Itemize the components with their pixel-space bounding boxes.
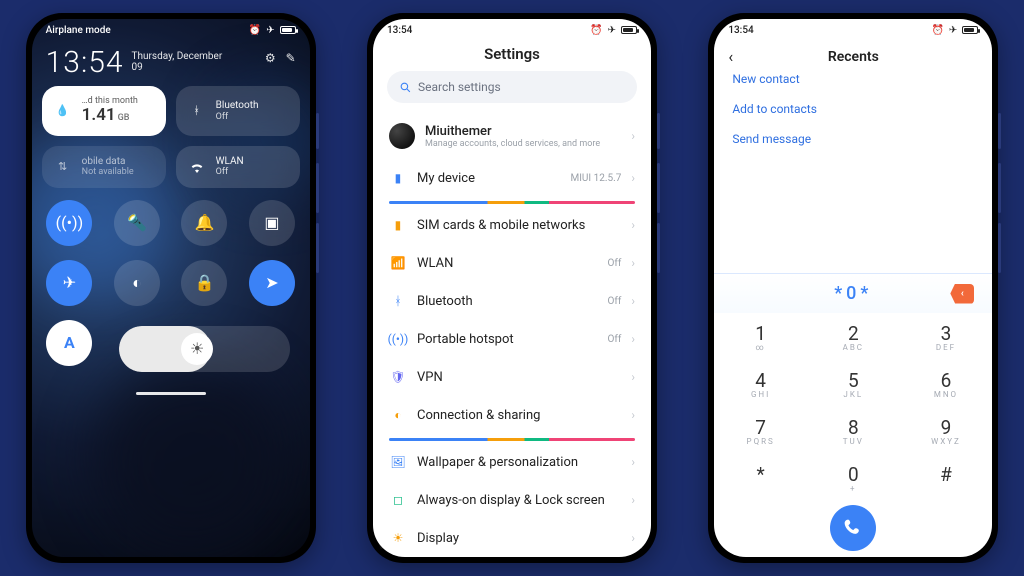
settings-row[interactable]: ᚼBluetoothOff›	[373, 282, 651, 320]
airplane-icon: ✈	[266, 25, 274, 36]
key-5[interactable]: 5JKL	[807, 360, 900, 407]
chevron-right-icon: ›	[631, 256, 635, 270]
key-6[interactable]: 6MNO	[900, 360, 993, 407]
wlan-tile[interactable]: WLAN Off	[176, 146, 300, 188]
bluetooth-tile[interactable]: ᚼ Bluetooth Off	[176, 86, 300, 136]
vpn-icon: 🛡	[389, 368, 407, 386]
data-usage-tile[interactable]: 💧 …d this month 1.41GB	[42, 86, 166, 136]
chevron-right-icon: ›	[631, 370, 635, 384]
key-7[interactable]: 7PQRS	[714, 407, 807, 454]
vibrate-toggle[interactable]: ((•))	[46, 200, 92, 246]
search-input[interactable]: Search settings	[387, 71, 637, 103]
battery-icon	[621, 26, 637, 34]
chevron-right-icon: ›	[631, 171, 635, 185]
key-#[interactable]: #	[900, 454, 993, 501]
settings-row[interactable]: 🛡VPN›	[373, 358, 651, 396]
status-time: 13:54	[728, 25, 753, 36]
dial-entry: *0*	[834, 283, 872, 304]
status-time: 13:54	[387, 25, 412, 36]
alarm-icon: ⏰	[249, 25, 261, 36]
auto-brightness-toggle[interactable]: A	[46, 320, 92, 366]
phone-icon: ▮	[389, 169, 407, 187]
chevron-right-icon: ›	[631, 218, 635, 232]
settings-shortcut-icon[interactable]: ⚙	[265, 51, 276, 65]
brightness-slider[interactable]: ☀	[119, 326, 290, 372]
dialer-menu-item[interactable]: Send message	[732, 132, 974, 146]
mobile-data-tile[interactable]: ⇅ obile data Not available	[42, 146, 166, 188]
chevron-right-icon: ›	[631, 493, 635, 507]
screenshot-toggle[interactable]: ▣	[249, 200, 295, 246]
cs-icon: ◐	[389, 406, 407, 424]
chevron-right-icon: ›	[631, 455, 635, 469]
airplane-icon: ✈	[608, 25, 616, 36]
battery-icon	[280, 26, 296, 34]
settings-row[interactable]: ▮SIM cards & mobile networks›	[373, 206, 651, 244]
key-0[interactable]: 0+	[807, 454, 900, 501]
settings-row[interactable]: ((•))Portable hotspotOff›	[373, 320, 651, 358]
settings-row[interactable]: ☀Display›	[373, 519, 651, 557]
alarm-icon: ⏰	[590, 25, 602, 36]
airplane-mode-label: Airplane mode	[46, 25, 111, 36]
key-9[interactable]: 9WXYZ	[900, 407, 993, 454]
key-2[interactable]: 2ABC	[807, 313, 900, 360]
dnd-toggle[interactable]: 🔔	[181, 200, 227, 246]
airplane-icon: ✈	[949, 25, 957, 36]
key-4[interactable]: 4GHI	[714, 360, 807, 407]
aod-icon: ◻	[389, 491, 407, 509]
page-title: Recents	[828, 49, 879, 65]
swap-icon: ⇅	[52, 156, 74, 178]
clock-time: 13:54	[46, 45, 124, 80]
data-caption: …d this month	[82, 96, 138, 106]
settings-row[interactable]: ◐Connection & sharing›	[373, 396, 651, 434]
wp-icon: 🖼	[389, 453, 407, 471]
settings-row[interactable]: 📶WLANOff›	[373, 244, 651, 282]
dialer-menu-item[interactable]: New contact	[732, 72, 974, 86]
my-device-row[interactable]: ▮ My device MIUI 12.5.7 ›	[373, 159, 651, 197]
brightness-icon: ☀	[190, 339, 204, 358]
phone-icon	[843, 518, 863, 538]
account-row[interactable]: Miuithemer Manage accounts, cloud servic…	[373, 113, 651, 159]
search-placeholder: Search settings	[418, 80, 501, 94]
flashlight-toggle[interactable]: 🔦	[114, 200, 160, 246]
backspace-button[interactable]: ‹	[950, 284, 974, 304]
bluetooth-icon: ᚼ	[186, 100, 208, 122]
back-button[interactable]: ‹	[728, 47, 733, 66]
chevron-right-icon: ›	[631, 332, 635, 346]
airplane-toggle[interactable]: ✈	[46, 260, 92, 306]
location-toggle[interactable]: ➤	[249, 260, 295, 306]
data-value: 1.41	[82, 105, 116, 125]
bt-icon: ᚼ	[389, 292, 407, 310]
clock-day: Thursday, December	[132, 51, 223, 62]
home-indicator[interactable]	[136, 392, 206, 395]
chevron-right-icon: ›	[631, 294, 635, 308]
chevron-right-icon: ›	[631, 408, 635, 422]
avatar-icon	[389, 123, 415, 149]
section-divider	[389, 201, 635, 204]
key-8[interactable]: 8TUV	[807, 407, 900, 454]
droplet-icon: 💧	[52, 100, 74, 122]
key-3[interactable]: 3DEF	[900, 313, 993, 360]
key-1[interactable]: 1∞	[714, 313, 807, 360]
dialer-menu-item[interactable]: Add to contacts	[732, 102, 974, 116]
chevron-right-icon: ›	[631, 531, 635, 545]
key-*[interactable]: *	[714, 454, 807, 501]
settings-row[interactable]: ◻Always-on display & Lock screen›	[373, 481, 651, 519]
page-title: Settings	[373, 41, 651, 71]
wifi-icon	[186, 156, 208, 178]
section-divider	[389, 438, 635, 441]
alarm-icon: ⏰	[931, 25, 943, 36]
sim-icon: ▮	[389, 216, 407, 234]
edit-tiles-icon[interactable]: ✎	[286, 51, 296, 65]
wlan-icon: 📶	[389, 254, 407, 272]
dark-mode-toggle[interactable]: ◐	[114, 260, 160, 306]
disp-icon: ☀	[389, 529, 407, 547]
lock-toggle[interactable]: 🔒	[181, 260, 227, 306]
hs-icon: ((•))	[389, 330, 407, 348]
call-button[interactable]	[830, 505, 876, 551]
clock-date: 09	[132, 62, 223, 73]
chevron-right-icon: ›	[631, 129, 635, 143]
settings-row[interactable]: 🖼Wallpaper & personalization›	[373, 443, 651, 481]
battery-icon	[962, 26, 978, 34]
